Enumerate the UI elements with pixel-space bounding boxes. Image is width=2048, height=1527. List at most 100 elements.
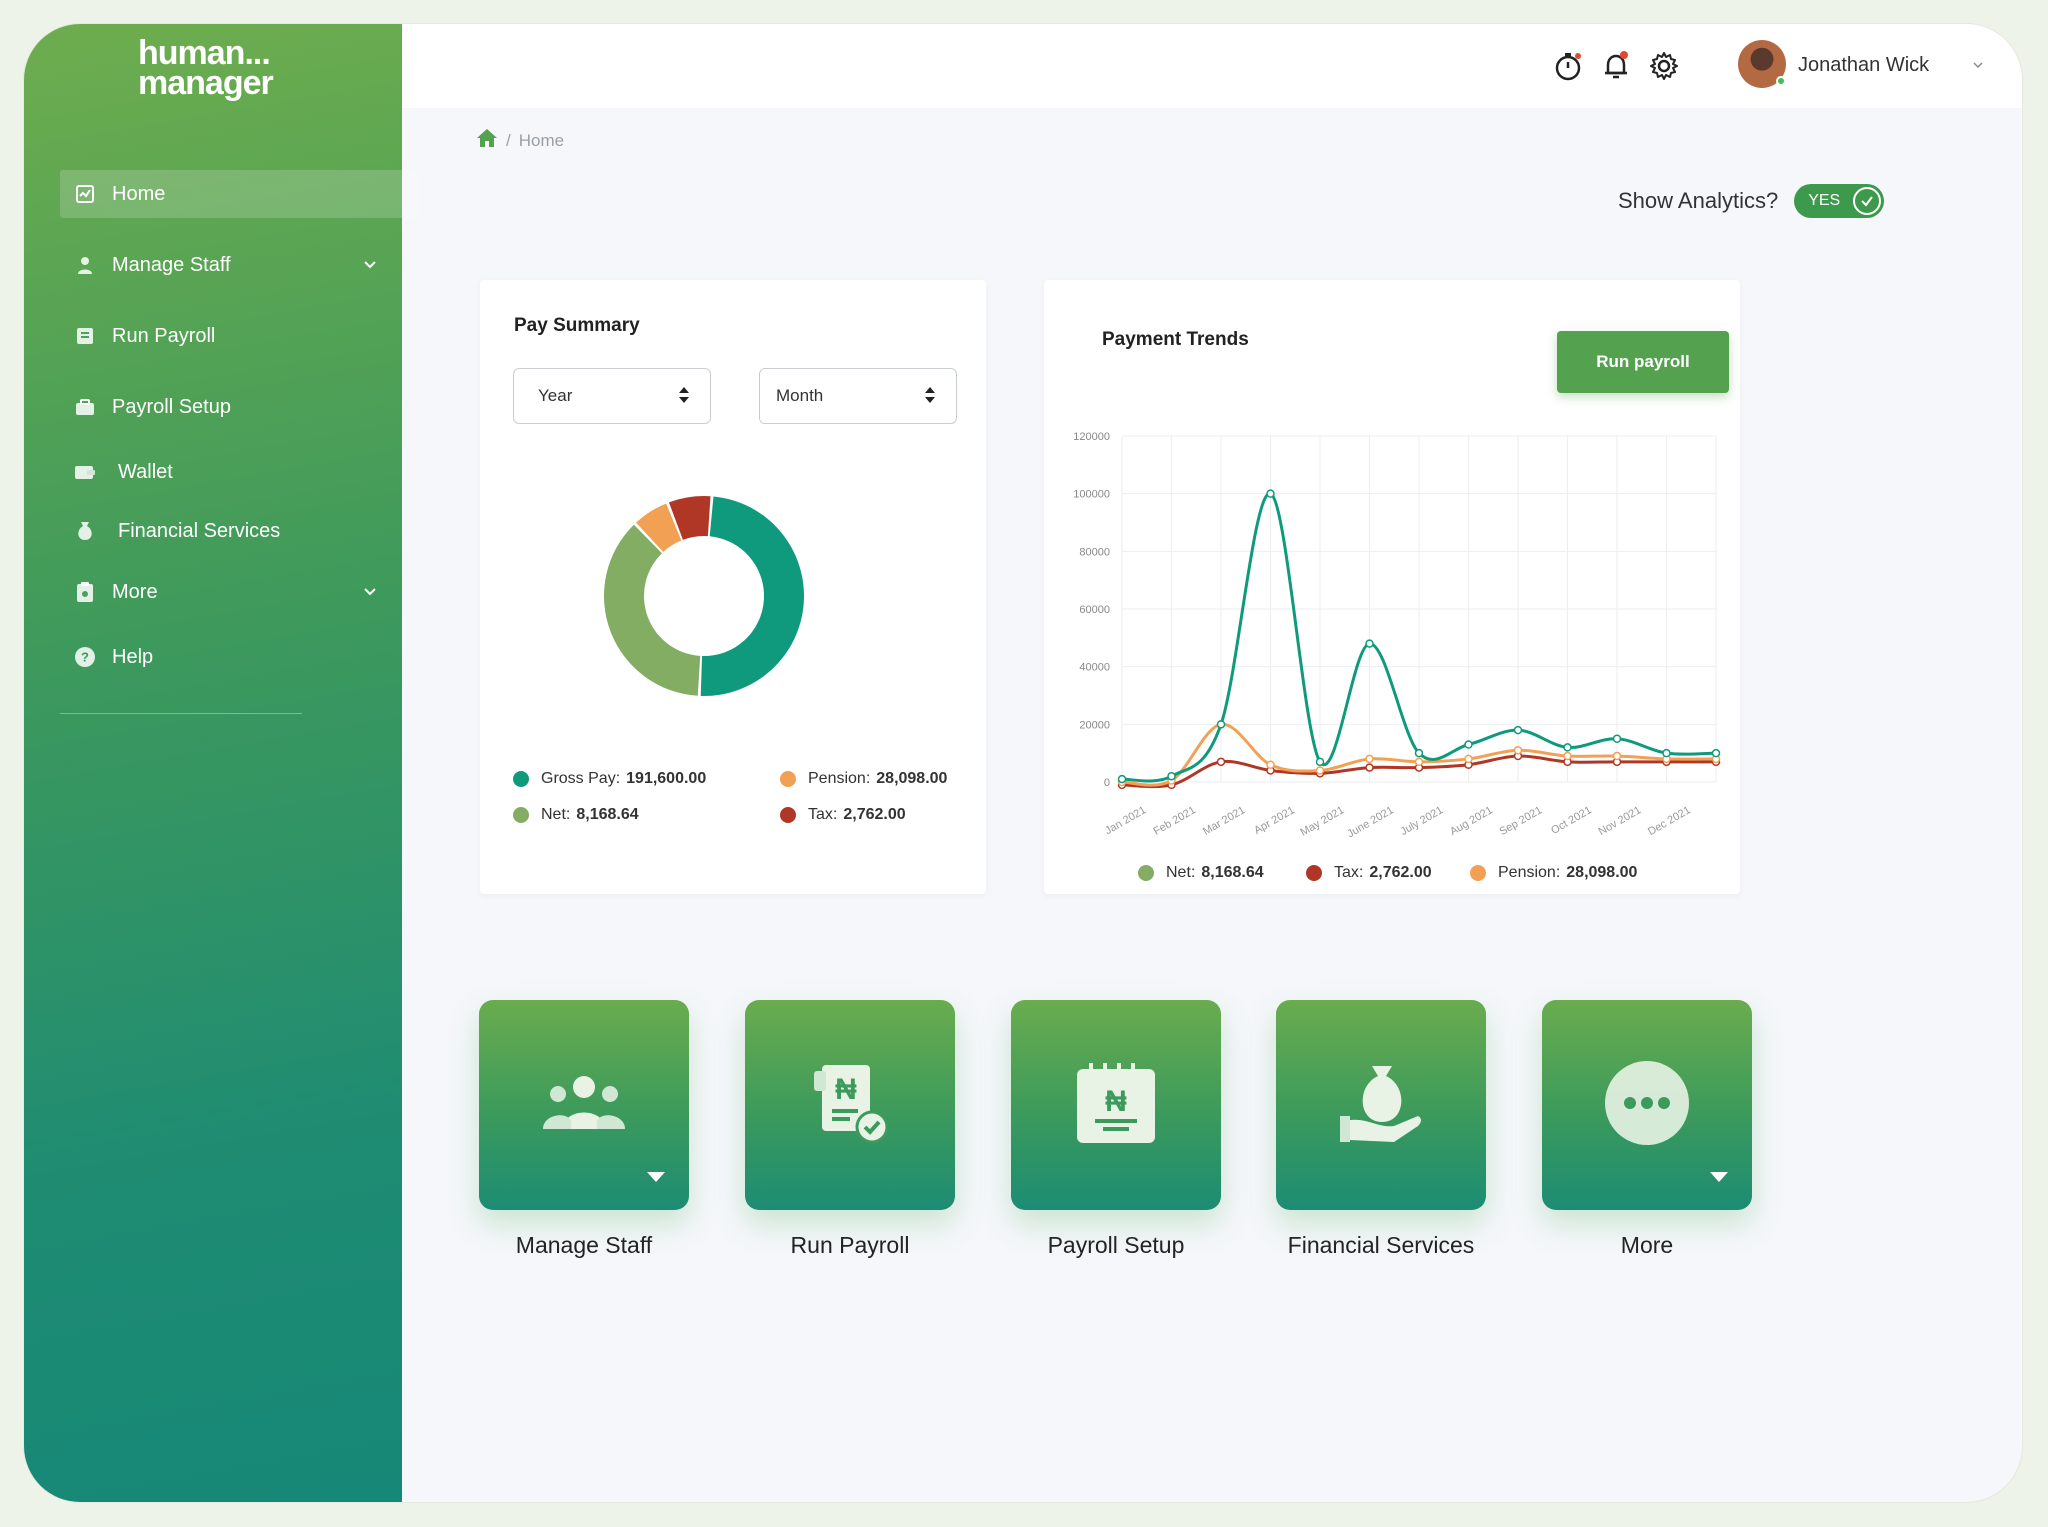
legend-item-pension: Pension: 28,098.00: [780, 770, 947, 788]
tile-financial-services[interactable]: Financial Services: [1276, 1000, 1486, 1259]
data-point-gross-pay: [1662, 748, 1671, 758]
sidebar-item-label: Wallet: [118, 460, 173, 483]
legend-label: Net:: [541, 806, 571, 823]
y-tick-label: 0: [1104, 777, 1110, 789]
gear-icon[interactable]: [1648, 50, 1680, 82]
breadcrumb-current: Home: [518, 130, 565, 150]
online-status-dot: [1776, 76, 1786, 86]
svg-text:?: ?: [81, 650, 89, 665]
money-bag-icon: [74, 520, 96, 542]
x-tick-label: July 2021: [1398, 804, 1445, 838]
tile-manage-staff[interactable]: Manage Staff: [479, 1000, 689, 1259]
legend-swatch: [513, 807, 529, 823]
timer-icon[interactable]: [1552, 50, 1584, 82]
chevron-down-icon[interactable]: [1972, 58, 1984, 76]
tile-label: Run Payroll: [790, 1232, 910, 1258]
top-bar: Jonathan Wick: [402, 24, 2022, 108]
tile-box[interactable]: ₦: [745, 1000, 955, 1210]
data-point-pension: [1365, 754, 1374, 764]
legend-label: Net:: [1166, 864, 1196, 881]
tile-box[interactable]: [479, 1000, 689, 1210]
tile-box[interactable]: [1276, 1000, 1486, 1210]
brand-logo-line2: manager: [138, 64, 274, 102]
data-point-gross-pay: [1167, 771, 1176, 781]
svg-text:₦: ₦: [835, 1073, 857, 1106]
data-point-gross-pay: [1216, 720, 1226, 729]
legend-label: Tax:: [808, 806, 838, 823]
data-point-pension: [1464, 754, 1473, 764]
payroll-check-icon: ₦: [810, 1061, 890, 1150]
tile-box[interactable]: ₦: [1011, 1000, 1221, 1210]
x-tick-label: Feb 2021: [1151, 804, 1197, 838]
home-icon[interactable]: [476, 128, 498, 153]
analytics-toggle[interactable]: YES: [1794, 184, 1885, 218]
y-tick-label: 60000: [1079, 604, 1110, 616]
x-tick-label: Apr 2021: [1252, 804, 1297, 837]
tile-label: Payroll Setup: [1047, 1232, 1185, 1258]
legend-item-tax: Tax: 2,762.00: [780, 806, 906, 824]
bell-icon[interactable]: [1600, 50, 1632, 82]
sidebar-item-label: Help: [112, 645, 154, 668]
legend-item-gross-pay: Gross Pay: 191,600.00: [513, 770, 706, 788]
legend-value: 28,098.00: [1566, 864, 1638, 881]
sidebar-item-financial-services[interactable]: Financial Services: [60, 507, 418, 555]
tile-payroll-setup[interactable]: ₦ Payroll Setup: [1011, 1000, 1221, 1259]
data-point-gross-pay: [1117, 774, 1127, 784]
tile-box[interactable]: [1542, 1000, 1752, 1210]
y-tick-label: 80000: [1079, 546, 1110, 558]
x-tick-label: Oct 2021: [1549, 804, 1594, 837]
sort-arrows-icon: [678, 385, 690, 410]
avatar[interactable]: [1738, 40, 1786, 88]
sort-arrows-icon: [924, 385, 936, 410]
trend-legend-item-tax: Tax: 2,762.00: [1306, 864, 1432, 882]
month-select-value: Month: [776, 386, 824, 405]
sidebar-item-more[interactable]: More: [60, 568, 418, 616]
brand-logo[interactable]: human... manager: [138, 36, 298, 102]
legend-value: 191,600.00: [626, 770, 707, 787]
data-point-pension: [1414, 757, 1424, 767]
y-tick-label: 100000: [1073, 489, 1110, 501]
sidebar-item-wallet[interactable]: Wallet: [60, 448, 418, 496]
sidebar-item-label: Financial Services: [118, 519, 281, 542]
tile-label: Financial Services: [1287, 1232, 1475, 1258]
data-point-gross-pay: [1414, 748, 1424, 758]
x-tick-label: Jan 2021: [1103, 804, 1148, 837]
x-tick-label: Sep 2021: [1497, 804, 1544, 838]
month-select[interactable]: Month: [759, 368, 957, 424]
pay-summary-donut: [604, 496, 804, 696]
donut-slice-net: [604, 524, 701, 696]
sidebar-item-payroll-setup[interactable]: Payroll Setup: [60, 383, 418, 431]
year-select[interactable]: Year: [513, 368, 711, 424]
wallet-icon: [74, 461, 96, 483]
help-icon: ?: [74, 646, 96, 668]
chevron-down-icon[interactable]: [362, 582, 378, 605]
data-point-gross-pay: [1266, 489, 1275, 498]
x-tick-label: June 2021: [1345, 804, 1396, 840]
check-icon: [1853, 187, 1882, 215]
donut-slice-gross-pay: [700, 496, 804, 696]
legend-value: 8,168.64: [576, 806, 639, 823]
legend-value: 2,762.00: [843, 806, 906, 823]
sidebar-item-run-payroll[interactable]: Run Payroll: [60, 312, 418, 360]
run-payroll-button[interactable]: Run payroll: [1557, 331, 1729, 393]
sidebar-item-home[interactable]: Home: [60, 170, 418, 218]
data-point-gross-pay: [1464, 740, 1473, 749]
chevron-down-icon[interactable]: [362, 255, 378, 278]
data-point-gross-pay: [1513, 725, 1523, 735]
user-name[interactable]: Jonathan Wick: [1798, 54, 1929, 77]
year-select-value: Year: [538, 386, 573, 405]
tile-label: More: [1620, 1232, 1674, 1258]
breadcrumb: / Home: [476, 128, 564, 153]
legend-label: Pension:: [808, 770, 871, 787]
legend-swatch: [780, 771, 796, 787]
x-tick-label: Mar 2021: [1201, 804, 1247, 838]
sidebar-item-label: Payroll Setup: [112, 395, 231, 418]
toggle-label: YES: [1808, 192, 1841, 209]
sidebar-item-manage-staff[interactable]: Manage Staff: [60, 241, 418, 289]
sidebar-item-label: More: [112, 580, 158, 603]
tile-run-payroll[interactable]: ₦ Run Payroll: [745, 1000, 955, 1259]
tile-more[interactable]: More: [1542, 1000, 1752, 1259]
legend-label: Gross Pay:: [541, 770, 621, 787]
sidebar-item-help[interactable]: ? Help: [60, 633, 418, 681]
sidebar-item-label: Run Payroll: [112, 324, 216, 347]
